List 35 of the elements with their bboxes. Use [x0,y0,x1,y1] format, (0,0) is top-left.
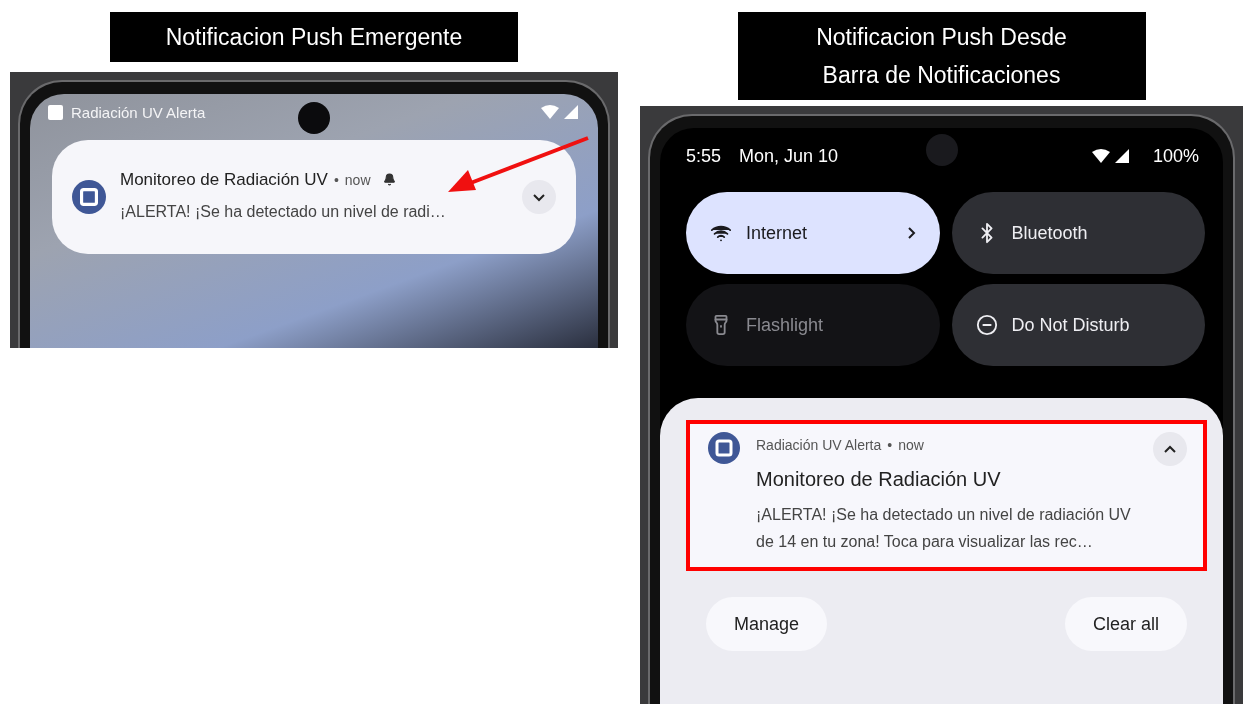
camera-hole [925,134,958,166]
app-name: Radiación UV Alerta [756,437,882,453]
status-app-label: Radiación UV Alerta [71,103,206,121]
quick-settings-tile[interactable]: Internet [686,192,940,274]
notification-card[interactable]: Radiación UV Alerta • now Monitoreo de Radiación UV ¡ALERTA! ¡Se ha detectado un nivel de radiación UV de 14 en tu zona! Toca para visualizar las rec… [686,420,1207,571]
app-icon [72,180,106,214]
wifi-signal-icon [1090,148,1131,164]
shade-action-button[interactable]: Clear all [1064,597,1187,651]
status-time: 5:55 [686,145,722,167]
separator-dot: • [333,171,339,188]
notification-time: now [344,171,371,188]
shade-action-button[interactable]: Manage [706,597,828,651]
collapse-button[interactable] [1153,432,1187,466]
status-date: Mon, Jun 10 [739,145,839,167]
chevron-down-icon [533,192,545,202]
chevron-right-icon [906,227,916,239]
notification-title: Monitoreo de Radiación UV [120,169,328,190]
tile-icon [975,314,998,336]
notification-time: now [898,437,924,453]
notification-card[interactable]: Monitoreo de Radiación UV • now ¡ALERTA! ¡Se ha detectado un nivel de radi… [52,140,576,254]
app-icon [708,432,740,464]
caption-label: Notificacion Push Desde Barra de Notificaciones [737,12,1146,100]
notification-text: ¡ALERTA! ¡Se ha detectado un nivel de radiación UV de 14 en tu zona! Toca para visualizar las rec… [756,505,1132,552]
separator-dot: • [887,437,893,453]
expand-button[interactable] [522,180,556,214]
quick-settings-tile[interactable]: Do Not Disturb [951,284,1205,366]
app-status-icon [48,104,63,120]
caption-label: Notificacion Push Emergente [110,12,518,62]
chevron-up-icon [1164,444,1176,454]
notification-text: ¡ALERTA! ¡Se ha detectado un nivel de radi… [120,201,447,222]
notification-title: Monitoreo de Radiación UV [756,468,1002,491]
camera-hole [298,102,330,134]
quick-settings-tile[interactable]: Bluetooth [951,192,1205,274]
battery-percent: 100% [1152,145,1199,167]
wifi-signal-icon [540,104,580,120]
